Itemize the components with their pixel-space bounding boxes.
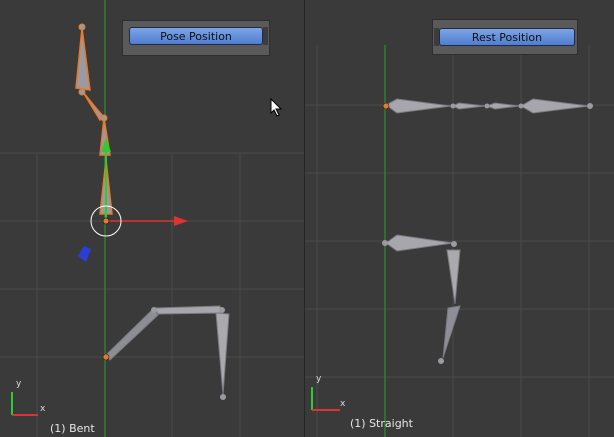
object-label-bent: (1) Bent (50, 422, 95, 435)
viewport-right-scene[interactable] (305, 0, 614, 437)
joint[interactable] (219, 307, 225, 313)
armature-bent-lower[interactable] (102, 305, 230, 400)
bone-lower-1[interactable] (105, 307, 159, 361)
viewport-left-scene[interactable] (0, 0, 304, 437)
blender-window: y x Pose Position (1) Bent y x Rest Posi… (0, 0, 614, 437)
axis-y-label: y (16, 379, 22, 389)
joint-origin[interactable] (102, 353, 110, 361)
axis-x-label: x (40, 404, 46, 414)
pose-header: Pose Position (122, 20, 270, 56)
bone-rest-3[interactable] (442, 305, 461, 359)
viewport-right[interactable]: y x Rest Position (1) Straight (305, 0, 614, 437)
gizmo-z-arrow-icon[interactable] (78, 246, 91, 262)
joint[interactable] (78, 23, 86, 31)
viewport-left[interactable]: y x Pose Position (1) Bent (0, 0, 304, 437)
joint[interactable] (438, 358, 444, 364)
bone-straight-4[interactable] (520, 98, 590, 114)
rest-position-button[interactable]: Rest Position (439, 28, 575, 46)
joint[interactable] (484, 103, 490, 109)
joint[interactable] (151, 307, 157, 313)
pose-position-button[interactable]: Pose Position (129, 27, 263, 45)
joint[interactable] (587, 103, 593, 109)
gizmo-x-arrow-icon[interactable] (174, 216, 188, 226)
bone-lower-3[interactable] (215, 312, 230, 396)
axis-x-label-right: x (340, 399, 346, 409)
bone-upper-2[interactable] (82, 91, 104, 122)
bone-upper-1[interactable] (75, 27, 91, 91)
joint[interactable] (220, 394, 226, 400)
armature-straight-lower[interactable] (382, 234, 461, 364)
grid-left (0, 152, 304, 437)
joint[interactable] (100, 114, 108, 122)
bone-rest-1[interactable] (385, 234, 454, 252)
bone-straight-2[interactable] (451, 102, 486, 110)
gizmo-center[interactable] (102, 217, 110, 225)
bone-straight-1[interactable] (385, 98, 452, 114)
armature-straight-top[interactable] (382, 98, 593, 114)
bone-rest-2[interactable] (446, 249, 461, 305)
rest-header: Rest Position (432, 19, 578, 55)
object-label-straight: (1) Straight (350, 417, 413, 430)
bone-straight-3[interactable] (485, 102, 520, 110)
axis-y-label-right: y (316, 374, 322, 384)
axis-indicator-right (311, 387, 340, 411)
mouse-cursor-icon (270, 98, 283, 117)
bone-lower-2[interactable] (154, 305, 223, 315)
pose-button-end (263, 27, 268, 45)
joint[interactable] (451, 241, 457, 247)
joint[interactable] (382, 240, 388, 246)
axis-indicator-left (11, 392, 38, 416)
joint[interactable] (450, 103, 456, 109)
joint-origin[interactable] (382, 102, 390, 110)
joint[interactable] (518, 103, 524, 109)
joint[interactable] (78, 88, 86, 96)
